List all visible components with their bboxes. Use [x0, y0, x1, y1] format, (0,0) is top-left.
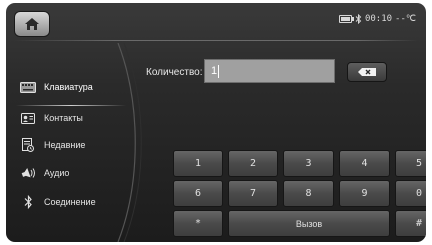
head-unit-screen: 00:10 --℃ Клавиатура Контакты Недавние А…: [6, 3, 426, 242]
key-label: *: [194, 218, 202, 229]
key-label: 8: [305, 188, 312, 199]
call-button[interactable]: Вызов: [228, 210, 390, 237]
call-button-label: Вызов: [295, 218, 323, 229]
key-4[interactable]: 4: [339, 150, 390, 177]
keyboard-icon: [20, 79, 36, 95]
sidebar-item-contacts[interactable]: Контакты: [20, 107, 128, 129]
dial-number-value: 1: [211, 65, 218, 77]
key-label: 0: [415, 188, 423, 199]
key-label: #: [415, 218, 423, 229]
dial-number-input[interactable]: 1: [204, 59, 335, 83]
key-9[interactable]: 9: [339, 180, 390, 207]
key-0[interactable]: 0: [395, 180, 426, 207]
sidebar-item-keypad[interactable]: Клавиатура: [20, 76, 128, 98]
status-bar: 00:10 --℃: [338, 14, 416, 24]
key-star[interactable]: *: [173, 210, 223, 237]
recent-calls-icon: [20, 137, 36, 153]
sidebar-item-recent[interactable]: Недавние: [20, 134, 128, 156]
sidebar-item-label: Аудио: [44, 168, 70, 178]
sidebar-item-audio[interactable]: Аудио: [20, 162, 128, 184]
backspace-button[interactable]: [347, 62, 387, 82]
sidebar-item-label: Соединение: [44, 197, 96, 207]
sidebar-item-label: Клавиатура: [44, 82, 93, 92]
temperature-readout: --℃: [395, 14, 416, 24]
key-label: 3: [305, 158, 312, 169]
backspace-x-icon: [358, 68, 376, 76]
key-label: 7: [249, 188, 257, 199]
key-label: 2: [249, 158, 257, 169]
sidebar-item-label: Недавние: [44, 140, 86, 150]
header-divider: [14, 40, 418, 41]
key-5[interactable]: 5: [395, 150, 426, 177]
text-caret: [218, 64, 220, 78]
key-label: 1: [194, 158, 202, 169]
sidebar: Клавиатура Контакты Недавние Аудио Соеди…: [6, 43, 142, 242]
key-2[interactable]: 2: [228, 150, 278, 177]
key-1[interactable]: 1: [173, 150, 223, 177]
home-icon: [25, 18, 39, 30]
key-6[interactable]: 6: [173, 180, 223, 207]
key-label: 6: [194, 188, 202, 199]
active-item-highlight: [16, 105, 126, 106]
quantity-label: Количество:: [146, 67, 203, 78]
bluetooth-icon: [20, 194, 36, 210]
key-label: 9: [361, 188, 368, 199]
key-label: 4: [361, 158, 368, 169]
key-7[interactable]: 7: [228, 180, 278, 207]
key-hash[interactable]: #: [395, 210, 426, 237]
battery-icon: [338, 15, 354, 23]
sidebar-item-connection[interactable]: Соединение: [20, 191, 128, 213]
contacts-card-icon: [20, 110, 36, 126]
key-label: 5: [415, 158, 423, 169]
key-8[interactable]: 8: [283, 180, 334, 207]
audio-speaker-icon: [20, 165, 36, 181]
bluetooth-icon: [355, 14, 362, 24]
clock-time: 00:10: [364, 14, 393, 24]
key-3[interactable]: 3: [283, 150, 334, 177]
home-button[interactable]: [14, 11, 50, 37]
sidebar-item-label: Контакты: [44, 113, 83, 123]
